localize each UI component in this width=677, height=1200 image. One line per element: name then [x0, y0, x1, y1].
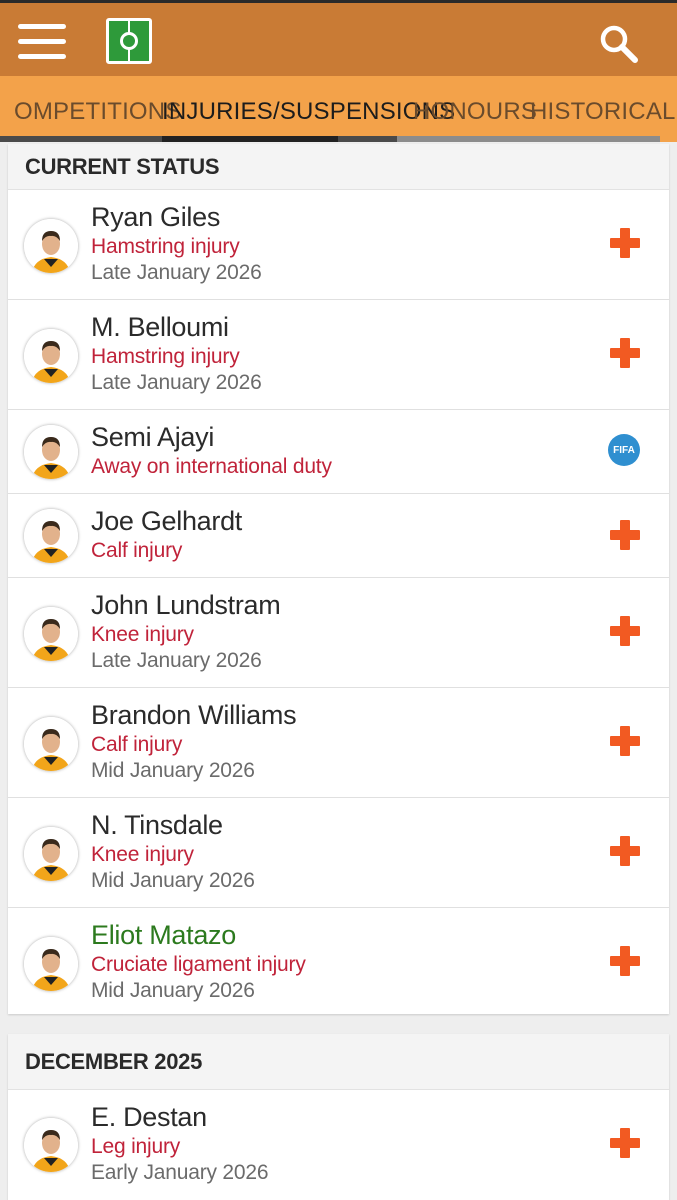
fifa-icon: FIFA: [608, 434, 640, 466]
player-name: Brandon Williams: [91, 700, 297, 730]
player-avatar: [24, 509, 78, 563]
player-avatar: [24, 219, 78, 273]
injury-cross-icon: [610, 946, 640, 976]
tab-injuries-suspensions[interactable]: INJURIES/SUSPENSIONS: [162, 98, 455, 126]
player-reason: Leg injury: [91, 1135, 181, 1158]
player-row[interactable]: Brandon Williams Calf injury Mid January…: [8, 688, 669, 798]
player-avatar: [24, 425, 78, 479]
player-return-date: Late January 2026: [91, 371, 262, 394]
player-name: N. Tinsdale: [91, 810, 223, 840]
tab-historical[interactable]: HISTORICAL: [530, 98, 676, 126]
player-reason: Hamstring injury: [91, 235, 240, 258]
player-row[interactable]: N. Tinsdale Knee injury Mid January 2026: [8, 798, 669, 908]
player-reason: Cruciate ligament injury: [91, 953, 306, 976]
tab-competitions[interactable]: OMPETITIONS: [14, 98, 182, 126]
player-reason: Hamstring injury: [91, 345, 240, 368]
player-avatar: [24, 329, 78, 383]
player-avatar: [24, 1118, 78, 1172]
injury-cross-icon: [610, 616, 640, 646]
injury-cross-icon: [610, 338, 640, 368]
player-reason: Knee injury: [91, 623, 194, 646]
player-return-date: Late January 2026: [91, 649, 262, 672]
player-avatar: [24, 607, 78, 661]
injury-cross-icon: [610, 726, 640, 756]
tab-honours[interactable]: HONOURS: [413, 98, 537, 126]
player-row[interactable]: E. Destan Leg injury Early January 2026: [8, 1090, 669, 1200]
active-tab-indicator: [162, 136, 338, 142]
player-row[interactable]: John Lundstram Knee injury Late January …: [8, 578, 669, 688]
tab-scroll-track-light: [397, 136, 660, 142]
hamburger-menu-icon[interactable]: [18, 22, 66, 62]
injury-cross-icon: [610, 836, 640, 866]
player-row[interactable]: Ryan Giles Hamstring injury Late January…: [8, 190, 669, 300]
player-avatar: [24, 717, 78, 771]
player-return-date: Mid January 2026: [91, 869, 255, 892]
player-avatar: [24, 827, 78, 881]
section-title: DECEMBER 2025: [8, 1034, 669, 1090]
player-reason: Calf injury: [91, 539, 183, 562]
player-avatar: [24, 937, 78, 991]
player-return-date: Early January 2026: [91, 1161, 269, 1184]
section-title: CURRENT STATUS: [8, 144, 669, 190]
injury-cross-icon: [610, 520, 640, 550]
player-reason: Calf injury: [91, 733, 183, 756]
injury-cross-icon: [610, 1128, 640, 1158]
player-reason: Away on international duty: [91, 455, 332, 478]
player-row[interactable]: Joe Gelhardt Calf injury: [8, 494, 669, 578]
injury-cross-icon: [610, 228, 640, 258]
player-row[interactable]: Semi Ajayi Away on international duty FI…: [8, 410, 669, 494]
player-return-date: Late January 2026: [91, 261, 262, 284]
current-status-section: CURRENT STATUS Ryan Giles Hamstring inju…: [8, 144, 669, 1014]
december-2025-section: DECEMBER 2025 E. Destan Leg injury Early…: [8, 1034, 669, 1200]
player-name: Eliot Matazo: [91, 920, 236, 950]
football-pitch-icon[interactable]: [106, 18, 152, 64]
player-name: E. Destan: [91, 1102, 207, 1132]
app-header: [0, 0, 677, 76]
player-name: Ryan Giles: [91, 202, 221, 232]
player-row[interactable]: M. Belloumi Hamstring injury Late Januar…: [8, 300, 669, 410]
player-row[interactable]: Eliot Matazo Cruciate ligament injury Mi…: [8, 908, 669, 1018]
search-icon[interactable]: [598, 23, 640, 65]
player-name: John Lundstram: [91, 590, 281, 620]
player-return-date: Mid January 2026: [91, 979, 255, 1002]
tab-bar: OMPETITIONS INJURIES/SUSPENSIONS HONOURS…: [0, 76, 677, 142]
player-reason: Knee injury: [91, 843, 194, 866]
player-name: Joe Gelhardt: [91, 506, 242, 536]
player-name: M. Belloumi: [91, 312, 229, 342]
player-return-date: Mid January 2026: [91, 759, 255, 782]
player-name: Semi Ajayi: [91, 422, 215, 452]
